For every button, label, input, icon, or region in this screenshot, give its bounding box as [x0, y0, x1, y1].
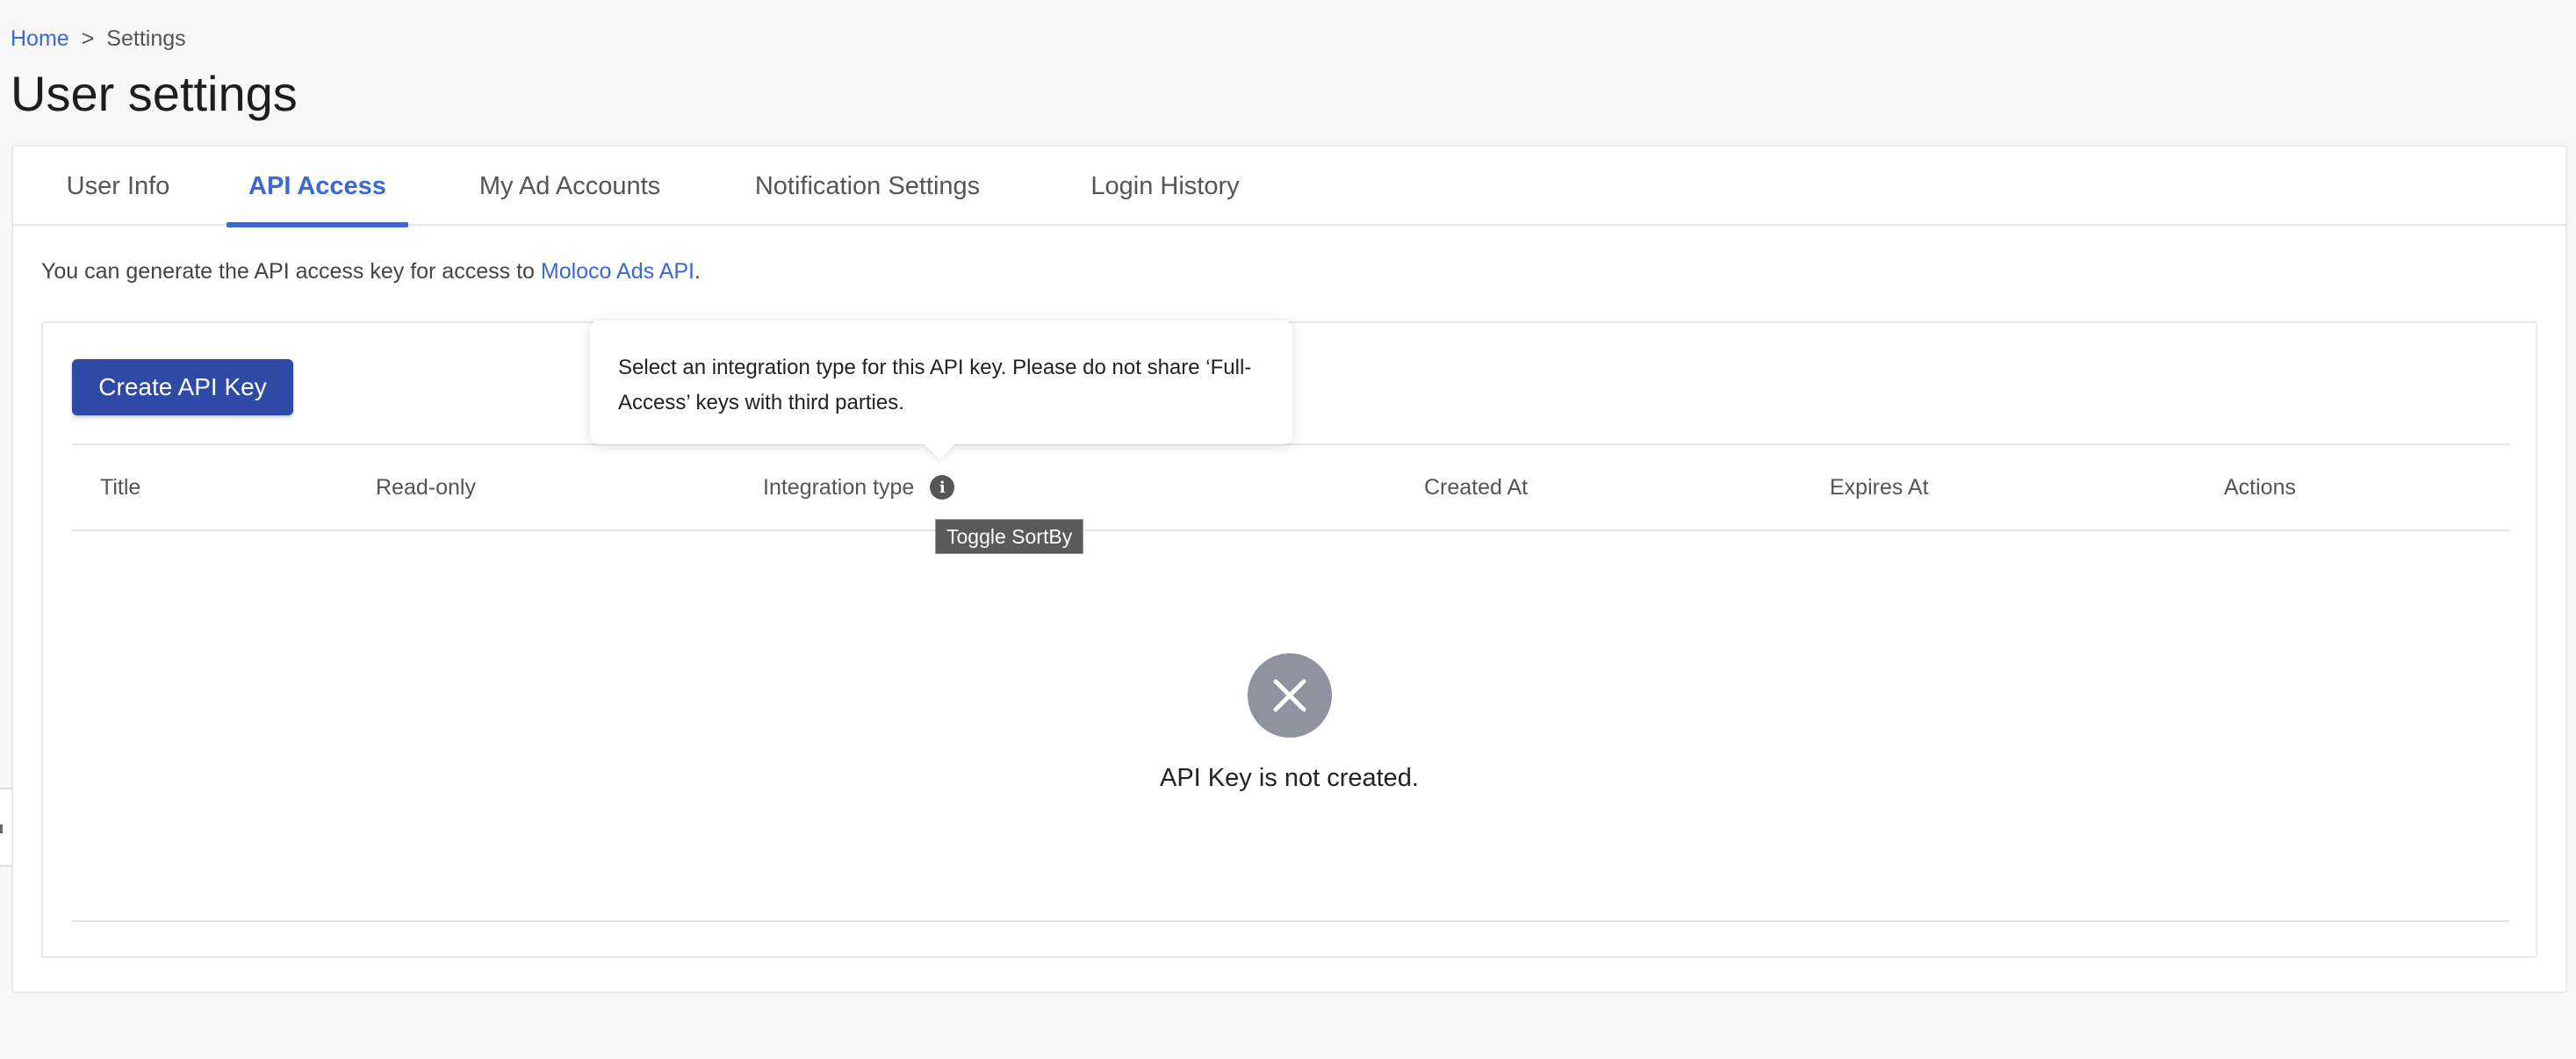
column-header-read-only[interactable]: Read-only: [376, 445, 476, 530]
intro-suffix: .: [694, 259, 701, 284]
breadcrumb-separator: >: [81, 26, 95, 51]
toggle-sortby-tooltip: Toggle SortBy: [935, 519, 1084, 554]
breadcrumb-current: Settings: [106, 26, 186, 51]
tab-notification-settings[interactable]: Notification Settings: [731, 147, 1004, 226]
settings-card: User Info API Access My Ad Accounts Noti…: [11, 145, 2567, 993]
api-keys-table-header: Title Read-only Integration type i Creat…: [72, 443, 2509, 531]
tab-user-info[interactable]: User Info: [55, 147, 181, 226]
column-header-title[interactable]: Title: [100, 445, 140, 530]
moloco-ads-api-link[interactable]: Moloco Ads API: [541, 259, 694, 284]
popover-text: Select an integration type for this API …: [618, 356, 1252, 414]
empty-state: API Key is not created.: [43, 653, 2536, 793]
page-title: User settings: [11, 66, 298, 121]
close-circle-icon: [1247, 653, 1332, 738]
column-header-integration-type[interactable]: Integration type i: [763, 445, 955, 530]
intro-text: You can generate the API access key for …: [41, 259, 541, 284]
breadcrumb-home-link[interactable]: Home: [11, 26, 69, 52]
integration-type-popover: Select an integration type for this API …: [590, 321, 1292, 444]
column-header-expires-at[interactable]: Expires At: [1830, 445, 1929, 530]
tab-my-ad-accounts[interactable]: My Ad Accounts: [464, 147, 675, 226]
column-header-actions: Actions: [2224, 474, 2296, 500]
settings-tabs: User Info API Access My Ad Accounts Noti…: [13, 147, 2565, 227]
breadcrumb: Home > Settings: [11, 26, 186, 52]
create-api-key-button[interactable]: Create API Key: [72, 359, 293, 415]
empty-state-message: API Key is not created.: [1160, 764, 1419, 792]
api-access-intro: You can generate the API access key for …: [41, 259, 701, 285]
tab-api-access[interactable]: API Access: [227, 147, 408, 227]
column-header-created-at[interactable]: Created At: [1424, 445, 1528, 530]
tab-login-history[interactable]: Login History: [1060, 147, 1270, 226]
integration-type-label: Integration type: [763, 474, 915, 500]
info-icon[interactable]: i: [930, 475, 955, 500]
table-bottom-divider: [72, 920, 2509, 922]
